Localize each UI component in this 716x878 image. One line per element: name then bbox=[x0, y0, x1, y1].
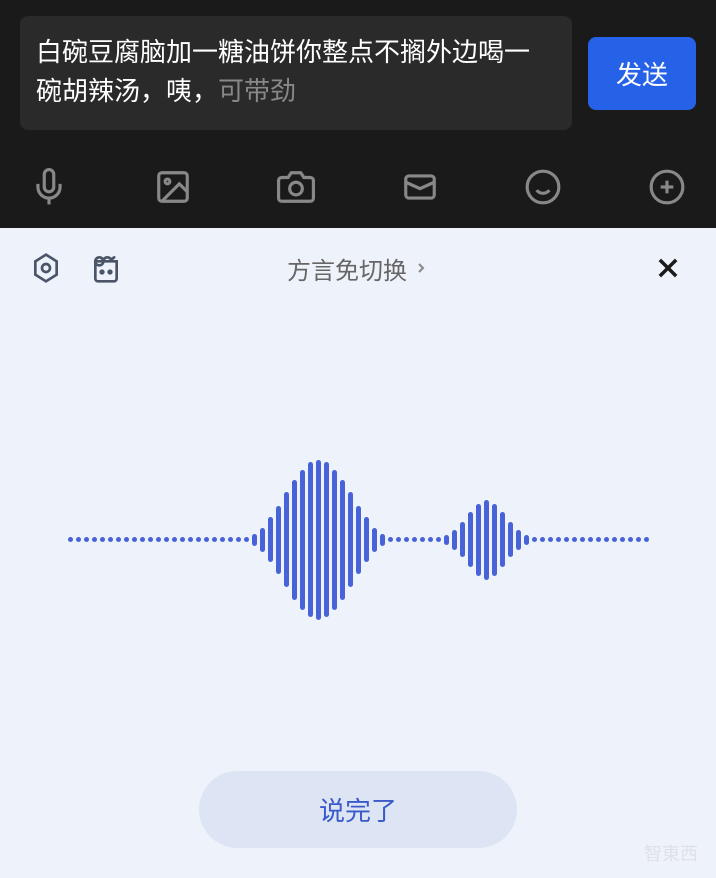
wave-dot bbox=[244, 537, 249, 542]
done-button[interactable]: 说完了 bbox=[199, 771, 517, 848]
done-button-container: 说完了 bbox=[0, 771, 716, 878]
wave-dot bbox=[412, 537, 417, 542]
wave-dot bbox=[84, 537, 89, 542]
wave-bar bbox=[380, 534, 385, 546]
image-icon[interactable] bbox=[152, 166, 194, 208]
wave-dot bbox=[172, 537, 177, 542]
send-button[interactable]: 发送 bbox=[588, 37, 696, 110]
dialect-switch[interactable]: 方言免切换 bbox=[287, 251, 429, 286]
waveform-container bbox=[0, 308, 716, 771]
voice-panel: 方言免切换 说完了 智東西 bbox=[0, 228, 716, 878]
wave-bar bbox=[348, 492, 353, 587]
wave-bar bbox=[332, 470, 337, 610]
wave-bar bbox=[276, 506, 281, 574]
wave-dot bbox=[540, 537, 545, 542]
wave-bar bbox=[356, 506, 361, 574]
hexagon-icon[interactable] bbox=[28, 250, 64, 286]
wave-dot bbox=[580, 537, 585, 542]
wave-bar bbox=[372, 528, 377, 552]
dialect-label: 方言免切换 bbox=[287, 251, 407, 286]
wave-dot bbox=[636, 537, 641, 542]
camera-icon[interactable] bbox=[275, 166, 317, 208]
wave-dot bbox=[100, 537, 105, 542]
wave-bar bbox=[300, 470, 305, 610]
wave-bar bbox=[316, 460, 321, 620]
wave-dot bbox=[388, 537, 393, 542]
wave-dot bbox=[548, 537, 553, 542]
wave-bar bbox=[268, 517, 273, 562]
waveform bbox=[68, 440, 649, 640]
wave-dot bbox=[164, 537, 169, 542]
wave-bar bbox=[524, 535, 529, 545]
panel-header: 方言免切换 bbox=[0, 228, 716, 308]
wave-dot bbox=[628, 537, 633, 542]
shop-icon[interactable] bbox=[88, 250, 124, 286]
wave-bar bbox=[476, 504, 481, 576]
wave-dot bbox=[572, 537, 577, 542]
wave-dot bbox=[644, 537, 649, 542]
wave-bar bbox=[260, 528, 265, 552]
text-suggestion: 可带劲 bbox=[218, 77, 296, 107]
wave-dot bbox=[220, 537, 225, 542]
wave-dot bbox=[404, 537, 409, 542]
wave-dot bbox=[604, 537, 609, 542]
wave-bar bbox=[516, 530, 521, 550]
wave-dot bbox=[68, 537, 73, 542]
wave-dot bbox=[132, 537, 137, 542]
wave-dot bbox=[428, 537, 433, 542]
wave-dot bbox=[556, 537, 561, 542]
wave-dot bbox=[532, 537, 537, 542]
wave-bar bbox=[468, 512, 473, 567]
wave-dot bbox=[92, 537, 97, 542]
header-left-icons bbox=[28, 250, 124, 286]
wave-bar bbox=[308, 462, 313, 617]
transcribed-text: 白碗豆腐脑加一糖油饼你整点不搁外边喝一碗胡辣汤，咦，可带劲 bbox=[36, 34, 556, 112]
input-section: 白碗豆腐脑加一糖油饼你整点不搁外边喝一碗胡辣汤，咦，可带劲 发送 bbox=[0, 0, 716, 146]
wave-bar bbox=[492, 504, 497, 576]
wave-dot bbox=[204, 537, 209, 542]
wave-dot bbox=[420, 537, 425, 542]
wave-bar bbox=[508, 522, 513, 557]
plus-icon[interactable] bbox=[646, 166, 688, 208]
microphone-icon[interactable] bbox=[28, 166, 70, 208]
close-button[interactable] bbox=[648, 248, 688, 288]
wave-bar bbox=[460, 522, 465, 557]
message-row: 白碗豆腐脑加一糖油饼你整点不搁外边喝一碗胡辣汤，咦，可带劲 发送 bbox=[20, 16, 696, 130]
wave-dot bbox=[124, 537, 129, 542]
wave-dot bbox=[148, 537, 153, 542]
wave-dot bbox=[108, 537, 113, 542]
wave-dot bbox=[612, 537, 617, 542]
wave-bar bbox=[364, 517, 369, 562]
wave-dot bbox=[196, 537, 201, 542]
wave-dot bbox=[156, 537, 161, 542]
wave-dot bbox=[564, 537, 569, 542]
wave-dot bbox=[588, 537, 593, 542]
watermark: 智東西 bbox=[644, 840, 698, 866]
wave-dot bbox=[236, 537, 241, 542]
wave-dot bbox=[396, 537, 401, 542]
message-text-box[interactable]: 白碗豆腐脑加一糖油饼你整点不搁外边喝一碗胡辣汤，咦，可带劲 bbox=[20, 16, 572, 130]
wave-dot bbox=[436, 537, 441, 542]
wave-bar bbox=[324, 462, 329, 617]
wave-dot bbox=[116, 537, 121, 542]
wave-bar bbox=[500, 512, 505, 567]
wave-dot bbox=[76, 537, 81, 542]
wave-bar bbox=[452, 530, 457, 550]
wave-dot bbox=[228, 537, 233, 542]
wave-bar bbox=[484, 500, 489, 580]
wave-bar bbox=[340, 480, 345, 600]
wave-dot bbox=[212, 537, 217, 542]
wave-bar bbox=[284, 492, 289, 587]
toolbar bbox=[0, 146, 716, 228]
smile-icon[interactable] bbox=[522, 166, 564, 208]
wave-bar bbox=[444, 535, 449, 545]
wave-dot bbox=[180, 537, 185, 542]
wave-bar bbox=[252, 534, 257, 546]
wave-bar bbox=[292, 480, 297, 600]
wave-dot bbox=[620, 537, 625, 542]
wave-dot bbox=[140, 537, 145, 542]
wave-dot bbox=[188, 537, 193, 542]
wave-dot bbox=[596, 537, 601, 542]
envelope-icon[interactable] bbox=[399, 166, 441, 208]
